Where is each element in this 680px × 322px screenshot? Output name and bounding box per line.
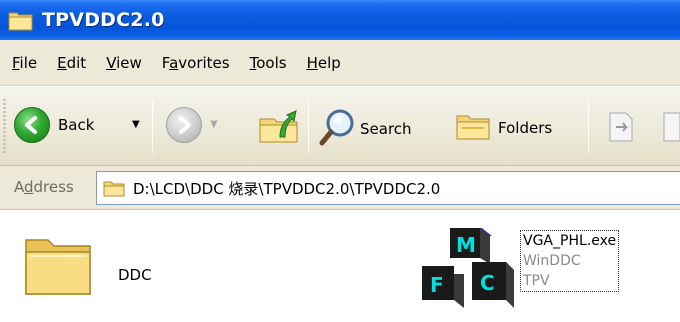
menu-tools[interactable]: Tools bbox=[250, 54, 287, 72]
back-arrow-icon bbox=[14, 107, 50, 143]
cube-letter: M bbox=[456, 233, 476, 257]
file-name: VGA_PHL.exe bbox=[523, 233, 617, 249]
move-to-icon bbox=[604, 109, 640, 149]
toolbar: Back ▼ ▼ Search Folders bbox=[0, 86, 680, 166]
back-label: Back bbox=[58, 116, 95, 134]
window-title: TPVDDC2.0 bbox=[42, 9, 165, 31]
menu-bar: File Edit View Favorites Tools Help bbox=[0, 40, 680, 86]
file-list: DDC M F C VGA_PHL.exe WinDDC TPV bbox=[0, 210, 680, 322]
cube-letter: C bbox=[480, 271, 495, 295]
menu-favorites[interactable]: Favorites bbox=[162, 54, 230, 72]
folder-icon bbox=[8, 9, 34, 31]
forward-arrow-icon bbox=[166, 107, 202, 143]
folders-label: Folders bbox=[498, 119, 553, 137]
move-to-button[interactable] bbox=[604, 109, 640, 149]
file-info-selected: VGA_PHL.exe WinDDC TPV bbox=[520, 230, 620, 292]
menu-edit[interactable]: Edit bbox=[57, 54, 86, 72]
copy-to-button[interactable] bbox=[662, 109, 680, 149]
folders-icon bbox=[454, 107, 492, 149]
mfc-application-icon: M F C bbox=[420, 224, 516, 314]
list-item-folder-ddc[interactable]: DDC bbox=[22, 224, 182, 304]
dropdown-arrow-icon: ▼ bbox=[132, 119, 140, 130]
menu-view[interactable]: View bbox=[106, 54, 142, 72]
up-folder-icon bbox=[258, 105, 300, 149]
forward-button[interactable] bbox=[166, 107, 202, 143]
copy-to-icon bbox=[662, 109, 680, 149]
up-folder-button[interactable] bbox=[258, 105, 300, 149]
search-icon bbox=[318, 107, 358, 151]
address-input[interactable]: D:\LCD\DDC 烧录\TPVDDC2.0\TPVDDC2.0 bbox=[96, 171, 680, 205]
cube-letter: F bbox=[430, 273, 444, 297]
file-name: DDC bbox=[118, 266, 152, 284]
toolbar-separator bbox=[152, 101, 153, 153]
menu-file[interactable]: File bbox=[12, 54, 37, 72]
folder-icon bbox=[22, 230, 96, 304]
back-dropdown[interactable]: ▼ bbox=[132, 119, 140, 130]
file-description: WinDDC bbox=[523, 253, 581, 269]
title-bar[interactable]: TPVDDC2.0 bbox=[0, 0, 680, 40]
folders-button[interactable]: Folders bbox=[454, 107, 552, 149]
back-button[interactable]: Back bbox=[14, 107, 94, 143]
toolbar-separator bbox=[588, 101, 589, 153]
toolbar-grip[interactable] bbox=[3, 99, 6, 153]
dropdown-arrow-icon: ▼ bbox=[210, 119, 218, 130]
address-label: Address bbox=[14, 178, 74, 196]
search-button[interactable]: Search bbox=[318, 107, 412, 151]
search-label: Search bbox=[360, 120, 412, 138]
menu-help[interactable]: Help bbox=[307, 54, 341, 72]
file-company: TPV bbox=[523, 273, 550, 289]
toolbar-separator bbox=[308, 101, 309, 153]
forward-dropdown[interactable]: ▼ bbox=[210, 119, 218, 130]
folder-icon bbox=[103, 179, 125, 197]
list-item-exe-vga-phl[interactable]: M F C VGA_PHL.exe WinDDC TPV bbox=[420, 224, 680, 310]
address-bar: Address D:\LCD\DDC 烧录\TPVDDC2.0\TPVDDC2.… bbox=[0, 166, 680, 210]
address-path: D:\LCD\DDC 烧录\TPVDDC2.0\TPVDDC2.0 bbox=[133, 179, 441, 198]
